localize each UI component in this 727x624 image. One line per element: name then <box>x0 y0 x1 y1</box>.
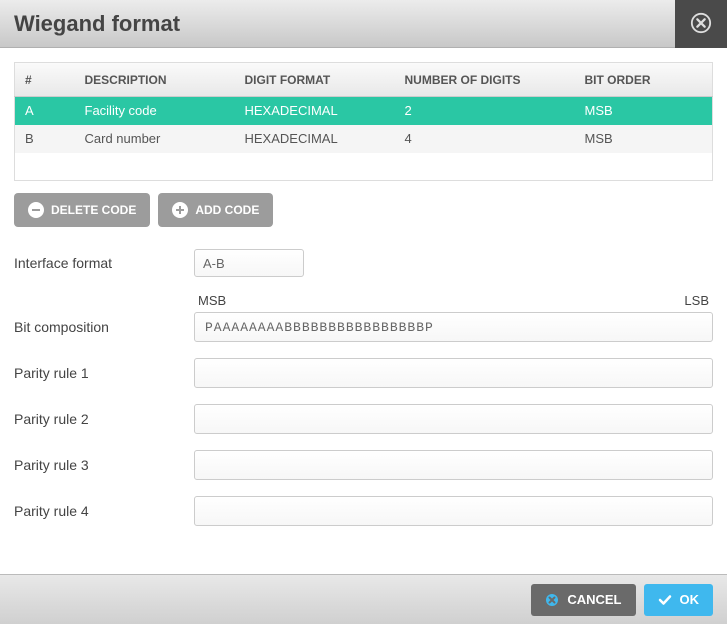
cell-order: MSB <box>575 125 713 153</box>
cell-digits: 2 <box>395 97 575 125</box>
parity-1-label: Parity rule 1 <box>14 365 194 381</box>
table-pad <box>15 153 713 181</box>
form: Interface format MSB LSB Bit composition… <box>14 249 713 526</box>
col-desc: DESCRIPTION <box>75 63 235 97</box>
table-row[interactable]: A Facility code HEXADECIMAL 2 MSB <box>15 97 713 125</box>
parity-1-input[interactable] <box>194 358 713 388</box>
add-code-button[interactable]: ADD CODE <box>158 193 273 227</box>
table-header-row: # DESCRIPTION DIGIT FORMAT NUMBER OF DIG… <box>15 63 713 97</box>
dialog-content: # DESCRIPTION DIGIT FORMAT NUMBER OF DIG… <box>0 48 727 556</box>
cell-fmt: HEXADECIMAL <box>235 125 395 153</box>
cell-fmt: HEXADECIMAL <box>235 97 395 125</box>
parity-2-input[interactable] <box>194 404 713 434</box>
check-icon <box>658 593 672 607</box>
cancel-button[interactable]: CANCEL <box>531 584 635 616</box>
codes-table: # DESCRIPTION DIGIT FORMAT NUMBER OF DIG… <box>14 62 713 181</box>
row-parity-2: Parity rule 2 <box>14 404 713 434</box>
cell-desc: Facility code <box>75 97 235 125</box>
row-interface-format: Interface format <box>14 249 713 277</box>
interface-format-input[interactable] <box>194 249 304 277</box>
cancel-icon <box>545 593 559 607</box>
bit-composition-input[interactable] <box>194 312 713 342</box>
dialog-header: Wiegand format <box>0 0 727 48</box>
dialog-footer: CANCEL OK <box>0 574 727 624</box>
parity-2-label: Parity rule 2 <box>14 411 194 427</box>
close-button[interactable] <box>675 0 727 48</box>
delete-code-label: DELETE CODE <box>51 203 136 217</box>
bit-composition-label: Bit composition <box>14 319 194 335</box>
table-row[interactable]: B Card number HEXADECIMAL 4 MSB <box>15 125 713 153</box>
minus-icon <box>28 202 44 218</box>
interface-format-label: Interface format <box>14 255 194 271</box>
cell-desc: Card number <box>75 125 235 153</box>
row-parity-1: Parity rule 1 <box>14 358 713 388</box>
msb-label: MSB <box>198 293 226 308</box>
bit-endian-labels: MSB LSB <box>194 293 713 308</box>
col-fmt: DIGIT FORMAT <box>235 63 395 97</box>
cell-order: MSB <box>575 97 713 125</box>
plus-icon <box>172 202 188 218</box>
cell-num: A <box>15 97 75 125</box>
row-parity-3: Parity rule 3 <box>14 450 713 480</box>
col-num: # <box>15 63 75 97</box>
parity-4-input[interactable] <box>194 496 713 526</box>
parity-3-label: Parity rule 3 <box>14 457 194 473</box>
row-parity-4: Parity rule 4 <box>14 496 713 526</box>
row-bit-composition: Bit composition <box>14 312 713 342</box>
col-order: BIT ORDER <box>575 63 713 97</box>
close-icon <box>690 12 712 37</box>
ok-button[interactable]: OK <box>644 584 714 616</box>
add-code-label: ADD CODE <box>195 203 259 217</box>
action-buttons: DELETE CODE ADD CODE <box>14 193 713 227</box>
parity-3-input[interactable] <box>194 450 713 480</box>
parity-4-label: Parity rule 4 <box>14 503 194 519</box>
dialog-title: Wiegand format <box>14 11 180 37</box>
cell-digits: 4 <box>395 125 575 153</box>
delete-code-button[interactable]: DELETE CODE <box>14 193 150 227</box>
ok-label: OK <box>680 592 700 607</box>
cancel-label: CANCEL <box>567 592 621 607</box>
lsb-label: LSB <box>684 293 709 308</box>
cell-num: B <box>15 125 75 153</box>
col-digits: NUMBER OF DIGITS <box>395 63 575 97</box>
